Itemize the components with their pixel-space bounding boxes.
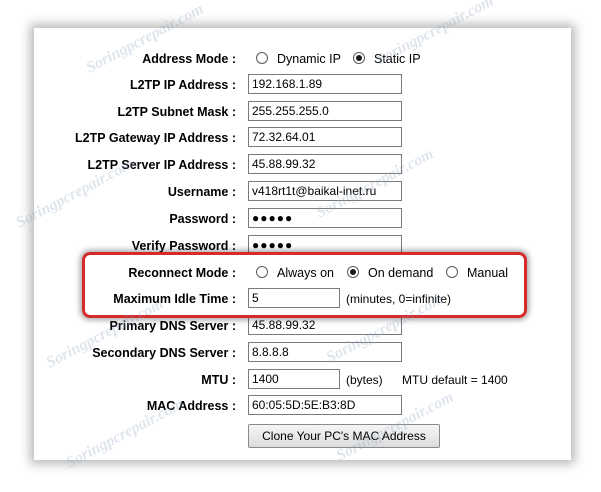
- secondary-dns-row: Secondary DNS Server : 8.8.8.8: [34, 342, 571, 364]
- username-input[interactable]: v418rt1t@baikal-inet.ru: [248, 181, 402, 201]
- mtu-input[interactable]: 1400: [248, 369, 340, 389]
- password-row: Password : ●●●●●: [34, 208, 571, 230]
- dynamic-ip-radio[interactable]: [256, 52, 268, 64]
- mtu-default-note: MTU default = 1400: [402, 373, 508, 387]
- mac-row: MAC Address : 60:05:5D:5E:B3:8D: [34, 395, 571, 417]
- l2tp-server-label: L2TP Server IP Address :: [87, 158, 236, 172]
- l2tp-mask-row: L2TP Subnet Mask : 255.255.255.0: [34, 101, 571, 123]
- address-mode-row: Address Mode : Dynamic IP Static IP: [34, 48, 571, 70]
- mac-label: MAC Address :: [146, 399, 236, 413]
- l2tp-mask-label: L2TP Subnet Mask :: [117, 105, 236, 119]
- primary-dns-row: Primary DNS Server : 45.88.99.32: [34, 315, 571, 337]
- l2tp-gateway-input[interactable]: 72.32.64.01: [248, 127, 402, 147]
- username-label: Username :: [167, 185, 236, 199]
- primary-dns-label: Primary DNS Server :: [109, 319, 236, 333]
- l2tp-ip-row: L2TP IP Address : 192.168.1.89: [34, 74, 571, 96]
- static-ip-label: Static IP: [374, 52, 421, 66]
- secondary-dns-input[interactable]: 8.8.8.8: [248, 342, 402, 362]
- l2tp-server-input[interactable]: 45.88.99.32: [248, 154, 402, 174]
- l2tp-gateway-label: L2TP Gateway IP Address :: [75, 131, 236, 145]
- l2tp-settings-panel: Address Mode : Dynamic IP Static IP L2TP…: [34, 28, 571, 460]
- mtu-row: MTU : 1400 (bytes) MTU default = 1400: [34, 369, 571, 391]
- l2tp-ip-input[interactable]: 192.168.1.89: [248, 74, 402, 94]
- primary-dns-input[interactable]: 45.88.99.32: [248, 315, 402, 335]
- secondary-dns-label: Secondary DNS Server :: [92, 346, 236, 360]
- username-row: Username : v418rt1t@baikal-inet.ru: [34, 181, 571, 203]
- password-label: Password :: [169, 212, 236, 226]
- mac-input[interactable]: 60:05:5D:5E:B3:8D: [248, 395, 402, 415]
- clone-mac-button[interactable]: Clone Your PC's MAC Address: [248, 424, 440, 448]
- l2tp-gateway-row: L2TP Gateway IP Address : 72.32.64.01: [34, 127, 571, 149]
- dynamic-ip-label: Dynamic IP: [277, 52, 341, 66]
- mtu-unit: (bytes): [346, 373, 383, 387]
- l2tp-mask-input[interactable]: 255.255.255.0: [248, 101, 402, 121]
- clone-row: Clone Your PC's MAC Address: [34, 424, 571, 450]
- mtu-label: MTU :: [201, 373, 236, 387]
- password-input[interactable]: ●●●●●: [248, 208, 402, 228]
- l2tp-server-row: L2TP Server IP Address : 45.88.99.32: [34, 154, 571, 176]
- static-ip-radio[interactable]: [353, 52, 365, 64]
- reconnect-highlight-box: [82, 252, 527, 318]
- l2tp-ip-label: L2TP IP Address :: [129, 78, 236, 92]
- address-mode-label: Address Mode :: [142, 52, 236, 66]
